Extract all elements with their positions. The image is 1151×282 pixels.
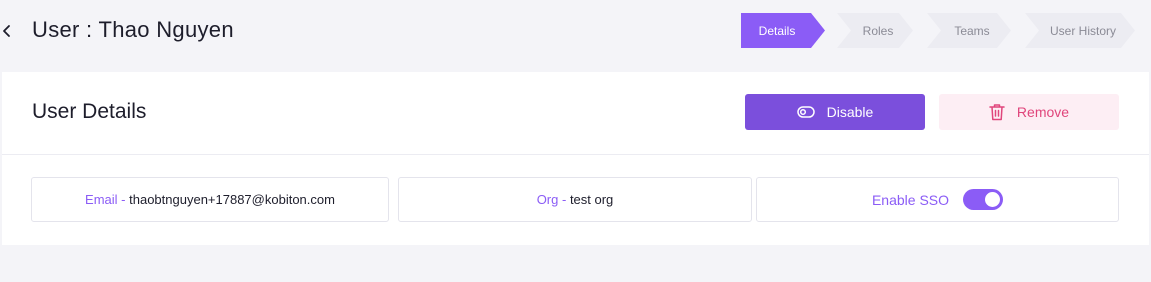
tab-user-history-label: User History (1049, 23, 1116, 38)
tab-roles-label: Roles (862, 23, 894, 38)
remove-button-label: Remove (1016, 104, 1070, 120)
tab-details-label: Details (758, 23, 796, 38)
remove-button[interactable]: Remove (939, 94, 1119, 130)
step-navigation: Details Roles Teams User History (741, 13, 1139, 48)
email-field: Email - thaobtnguyen+17887@kobiton.com (31, 177, 389, 222)
email-label: Email - (85, 192, 126, 207)
tab-teams-label: Teams (954, 23, 990, 38)
card-header: User Details Disable Remove (2, 72, 1149, 155)
tab-user-history[interactable]: User History (1025, 13, 1135, 48)
top-bar: User : Thao Nguyen Details Roles Teams U… (0, 0, 1151, 62)
disable-button[interactable]: Disable (745, 94, 925, 130)
disable-button-label: Disable (826, 104, 874, 120)
user-details-card: User Details Disable Remove Email - thao… (2, 72, 1149, 245)
org-field: Org - test org (398, 177, 752, 222)
email-value: thaobtnguyen+17887@kobiton.com (129, 192, 335, 207)
sso-toggle-knob (985, 192, 1001, 207)
org-label: Org - (536, 192, 567, 207)
tab-roles[interactable]: Roles (837, 13, 913, 48)
sso-toggle[interactable] (963, 189, 1004, 210)
toggle-off-icon (796, 106, 815, 118)
org-value: test org (569, 192, 614, 207)
sso-field: Enable SSO (756, 177, 1119, 222)
page-title: User : Thao Nguyen (32, 17, 234, 42)
trash-icon (989, 103, 1005, 121)
chevron-left-icon (3, 25, 10, 37)
back-button[interactable] (0, 19, 14, 43)
tab-teams[interactable]: Teams (927, 13, 1011, 48)
tab-details[interactable]: Details (741, 13, 825, 48)
card-title: User Details (32, 100, 147, 123)
sso-label: Enable SSO (871, 191, 950, 208)
